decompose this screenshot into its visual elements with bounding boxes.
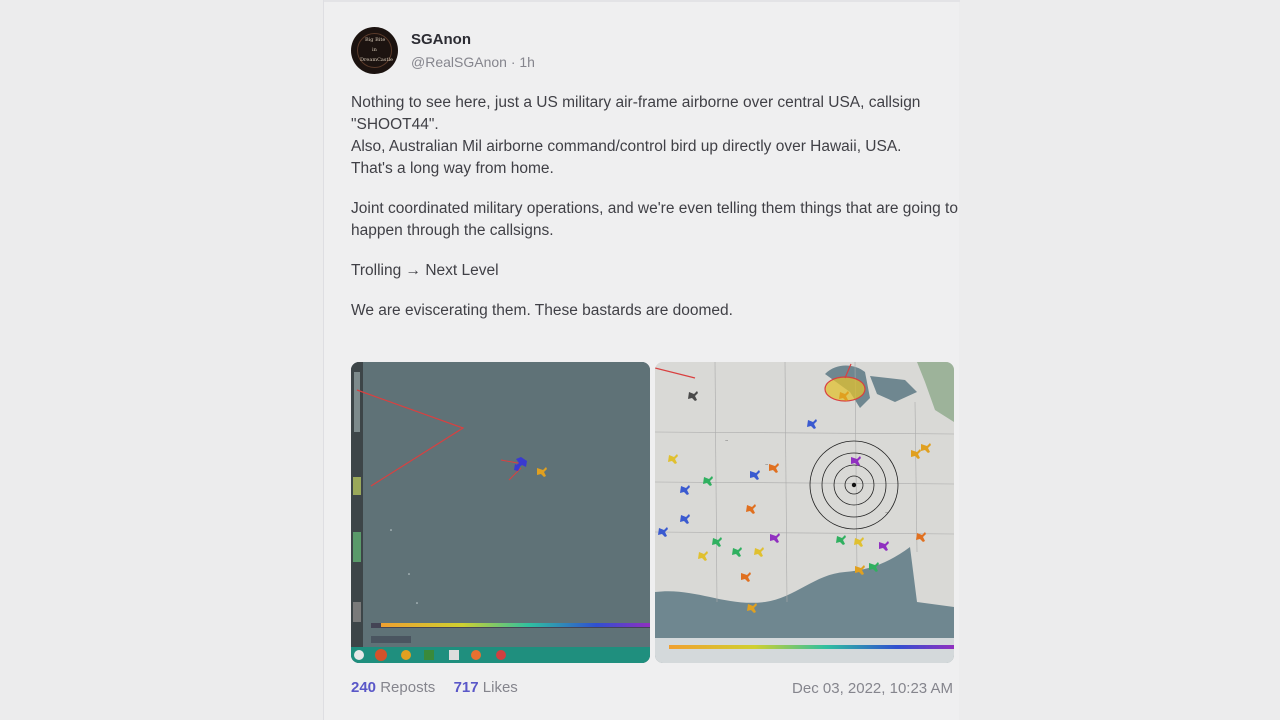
reposts-count[interactable]: 240: [351, 679, 376, 696]
post-line: We are eviscerating them. These bastards…: [351, 302, 733, 319]
flight-tracker-map-hawaii-icon: [351, 362, 650, 663]
svg-text:~: ~: [765, 462, 768, 467]
author-name[interactable]: SGAnon: [411, 31, 471, 48]
post-line: Nothing to see here, just a US military …: [351, 94, 921, 133]
likes-label[interactable]: Likes: [483, 679, 518, 696]
engagement-stats: 240 Reposts 717 Likes: [351, 679, 518, 696]
post-paragraph: Nothing to see here, just a US military …: [351, 92, 961, 180]
post-body: Nothing to see here, just a US military …: [351, 92, 961, 340]
avatar-text: Big Bite: [365, 37, 386, 43]
flight-tracker-map-usa-icon: ~ ~ ~: [655, 362, 954, 663]
reposts-label[interactable]: Reposts: [380, 679, 435, 696]
author-handle[interactable]: @RealSGAnon: [411, 54, 507, 70]
post-line: Also, Australian Mil airborne command/co…: [351, 138, 902, 155]
post-paragraph: We are eviscerating them. These bastards…: [351, 300, 961, 322]
svg-text:~: ~: [725, 438, 728, 443]
post-card: Big Bite in DreamCastle SGAnon @RealSGAn…: [323, 0, 961, 720]
media-image-hawaii[interactable]: [351, 362, 650, 663]
divider: [324, 0, 960, 2]
svg-text:~: ~: [885, 510, 888, 515]
post-timestamp[interactable]: Dec 03, 2022, 10:23 AM: [792, 680, 953, 697]
post-line: That's a long way from home.: [351, 160, 554, 177]
avatar[interactable]: Big Bite in DreamCastle: [351, 27, 398, 74]
likes-count[interactable]: 717: [454, 679, 479, 696]
post-paragraph: Joint coordinated military operations, a…: [351, 198, 961, 242]
avatar-text: in: [372, 47, 377, 53]
post-line: Trolling → Next Level: [351, 262, 499, 279]
post-paragraph: Trolling → Next Level: [351, 260, 961, 282]
avatar-text: DreamCastle: [360, 57, 394, 63]
author-meta: @RealSGAnon · 1h: [411, 54, 535, 70]
post-line: Joint coordinated military operations, a…: [351, 200, 958, 239]
post-time-ago[interactable]: 1h: [519, 54, 535, 70]
media-image-usa[interactable]: ~ ~ ~: [655, 362, 954, 663]
